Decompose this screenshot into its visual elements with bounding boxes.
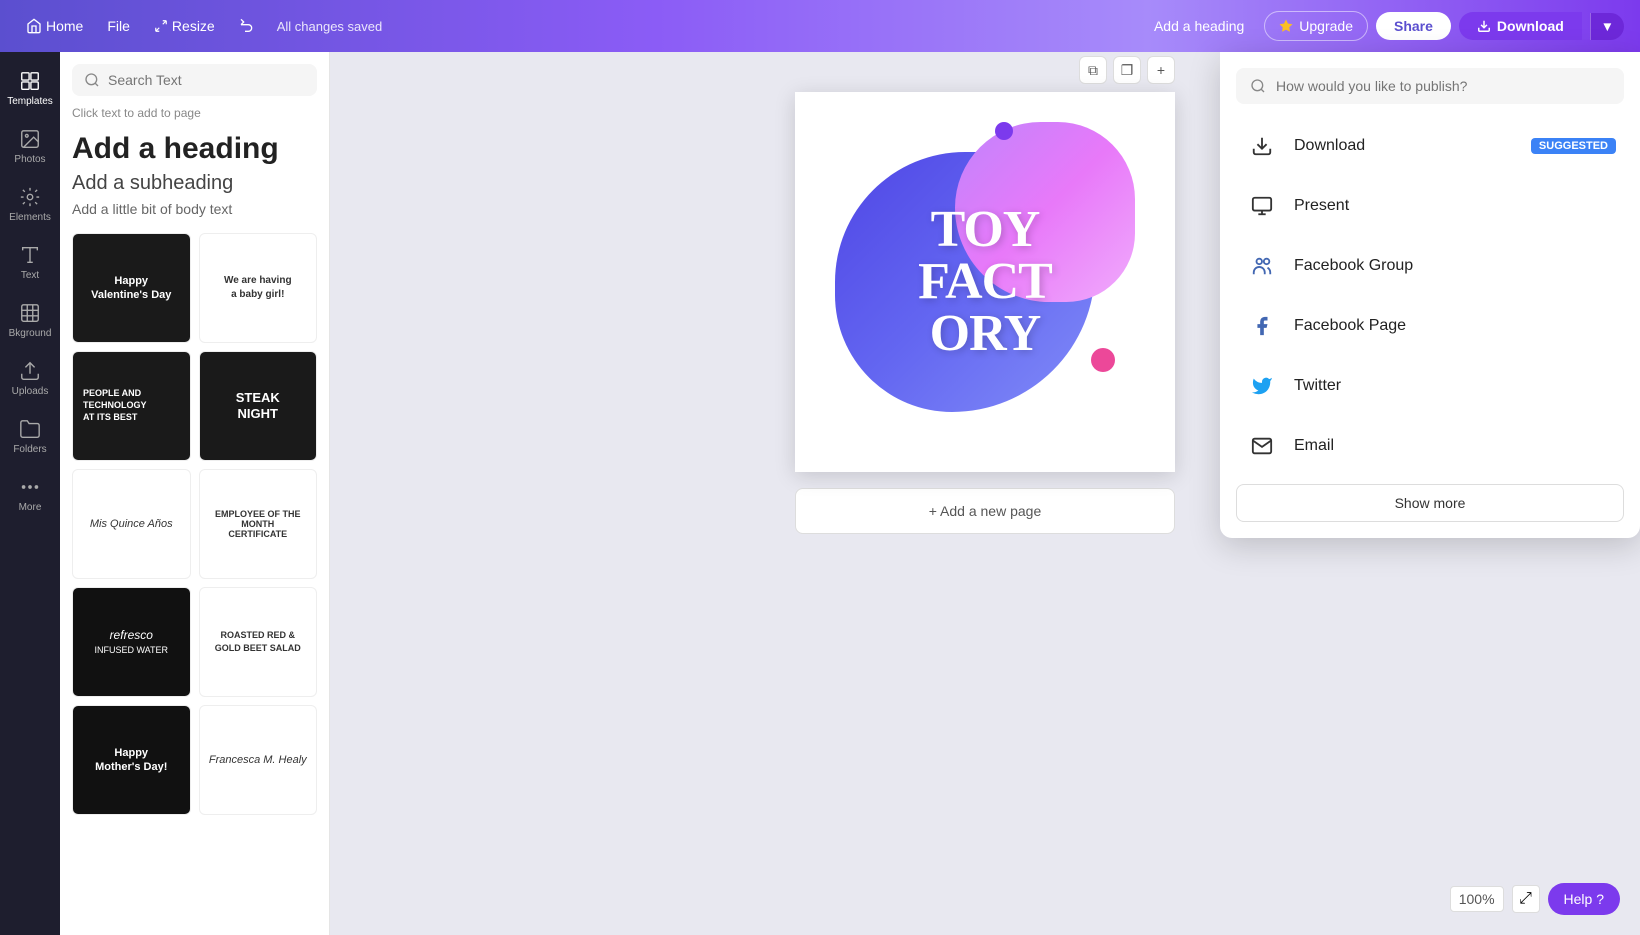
- dropdown-label-download: Download: [1294, 137, 1365, 155]
- canvas-add-button[interactable]: +: [1147, 56, 1175, 84]
- zoom-bar: 100% ⤢ Help ?: [1450, 883, 1620, 915]
- facebook-page-icon: [1244, 308, 1280, 344]
- sidebar-label-templates: Templates: [7, 96, 53, 107]
- upgrade-button[interactable]: Upgrade: [1264, 11, 1368, 41]
- topnav-left: Home File Resize All changes saved: [16, 12, 382, 40]
- canvas-copy-button[interactable]: ⧉: [1079, 56, 1107, 84]
- sidebar-label-more: More: [19, 502, 42, 513]
- sidebar-item-uploads[interactable]: Uploads: [4, 350, 56, 406]
- sidebar-label-background: Bkground: [9, 328, 52, 339]
- sidebar-item-elements[interactable]: Elements: [4, 176, 56, 232]
- share-button[interactable]: Share: [1376, 12, 1451, 40]
- toy-factory-design: TOYFACTORY: [815, 112, 1155, 452]
- template-card-cert[interactable]: EMPLOYEE OF THE MONTHCERTIFICATE: [199, 469, 318, 579]
- search-icon: [84, 72, 100, 88]
- download-button[interactable]: Download: [1459, 12, 1582, 40]
- heading-large[interactable]: Add a heading: [72, 132, 317, 166]
- show-more-button[interactable]: Show more: [1236, 484, 1624, 522]
- template-card-baby[interactable]: We are havinga baby girl!: [199, 233, 318, 343]
- sidebar-item-photos[interactable]: Photos: [4, 118, 56, 174]
- template-card-francesca[interactable]: Francesca M. Healy: [199, 705, 318, 815]
- template-card-mothers[interactable]: HappyMother's Day!: [72, 705, 191, 815]
- template-card-salad[interactable]: ROASTED RED &GOLD BEET SALAD: [199, 587, 318, 697]
- template-card-valentine[interactable]: HappyValentine's Day: [72, 233, 191, 343]
- sidebar: Templates Photos Elements Text Bkground …: [0, 52, 60, 935]
- dropdown-item-present[interactable]: Present: [1236, 176, 1624, 236]
- sidebar-label-elements: Elements: [9, 212, 51, 223]
- sidebar-item-folders[interactable]: Folders: [4, 408, 56, 464]
- dropdown-item-download[interactable]: Download SUGGESTED: [1236, 116, 1624, 176]
- sidebar-label-folders: Folders: [13, 444, 46, 455]
- dot-pink: [1091, 348, 1115, 372]
- publish-dropdown: Download SUGGESTED Present Facebook Grou…: [1220, 52, 1640, 538]
- dropdown-item-facebook-page[interactable]: Facebook Page: [1236, 296, 1624, 356]
- canvas-duplicate-button[interactable]: ❐: [1113, 56, 1141, 84]
- canvas-design-text: TOYFACTORY: [918, 204, 1052, 360]
- sidebar-label-text: Text: [21, 270, 39, 281]
- dropdown-item-twitter[interactable]: Twitter: [1236, 356, 1624, 416]
- add-heading-button[interactable]: Add a heading: [1142, 12, 1256, 40]
- sidebar-item-background[interactable]: Bkground: [4, 292, 56, 348]
- left-panel: Click text to add to page Add a heading …: [60, 52, 330, 935]
- topnav-right: Add a heading Upgrade Share Download ▼: [1142, 11, 1624, 41]
- sidebar-item-templates[interactable]: Templates: [4, 60, 56, 116]
- download-arrow-button[interactable]: ▼: [1590, 13, 1624, 40]
- sidebar-item-more[interactable]: More: [4, 466, 56, 522]
- canvas-page-container: ⧉ ❐ + TOYFACTORY: [795, 92, 1175, 488]
- dot-purple: [995, 122, 1013, 140]
- facebook-group-icon: [1244, 248, 1280, 284]
- publish-search[interactable]: [1236, 68, 1624, 104]
- sidebar-label-uploads: Uploads: [12, 386, 49, 397]
- dropdown-label-twitter: Twitter: [1294, 377, 1341, 395]
- search-bar[interactable]: [72, 64, 317, 96]
- dropdown-label-email: Email: [1294, 437, 1334, 455]
- help-button[interactable]: Help ?: [1548, 883, 1620, 915]
- canvas-page[interactable]: TOYFACTORY: [795, 92, 1175, 472]
- publish-search-input[interactable]: [1276, 78, 1610, 94]
- add-page-button[interactable]: + Add a new page: [795, 488, 1175, 534]
- home-button[interactable]: Home: [16, 12, 93, 40]
- resize-button[interactable]: Resize: [144, 12, 225, 40]
- template-grid: HappyValentine's Day We are havinga baby…: [72, 233, 317, 815]
- dropdown-label-facebook-group: Facebook Group: [1294, 257, 1413, 275]
- topnav: Home File Resize All changes saved Add a…: [0, 0, 1640, 52]
- zoom-expand-button[interactable]: ⤢: [1512, 885, 1540, 913]
- heading-body[interactable]: Add a little bit of body text: [72, 201, 317, 217]
- twitter-icon: [1244, 368, 1280, 404]
- zoom-level: 100%: [1450, 886, 1504, 912]
- dropdown-label-present: Present: [1294, 197, 1349, 215]
- email-icon: [1244, 428, 1280, 464]
- template-card-quince[interactable]: Mis Quince Años: [72, 469, 191, 579]
- template-card-tech[interactable]: PEOPLE ANDTECHNOLOGYAT ITS BEST: [72, 351, 191, 461]
- dropdown-item-email[interactable]: Email: [1236, 416, 1624, 476]
- canvas-toolbar: ⧉ ❐ +: [1079, 56, 1175, 84]
- download-icon: [1244, 128, 1280, 164]
- heading-sub[interactable]: Add a subheading: [72, 172, 317, 195]
- undo-button[interactable]: [229, 12, 265, 40]
- present-icon: [1244, 188, 1280, 224]
- click-to-add-text: Click text to add to page: [72, 106, 317, 120]
- sidebar-label-photos: Photos: [14, 154, 45, 165]
- template-card-refresco[interactable]: refrescoINFUSED WATER: [72, 587, 191, 697]
- search-input[interactable]: [108, 72, 305, 88]
- dropdown-item-facebook-group[interactable]: Facebook Group: [1236, 236, 1624, 296]
- file-button[interactable]: File: [97, 12, 140, 40]
- suggested-badge: SUGGESTED: [1531, 138, 1616, 154]
- saved-indicator: All changes saved: [277, 19, 383, 34]
- template-card-steak[interactable]: STEAKNIGHT: [199, 351, 318, 461]
- dropdown-label-facebook-page: Facebook Page: [1294, 317, 1406, 335]
- search-icon: [1250, 78, 1266, 94]
- sidebar-item-text[interactable]: Text: [4, 234, 56, 290]
